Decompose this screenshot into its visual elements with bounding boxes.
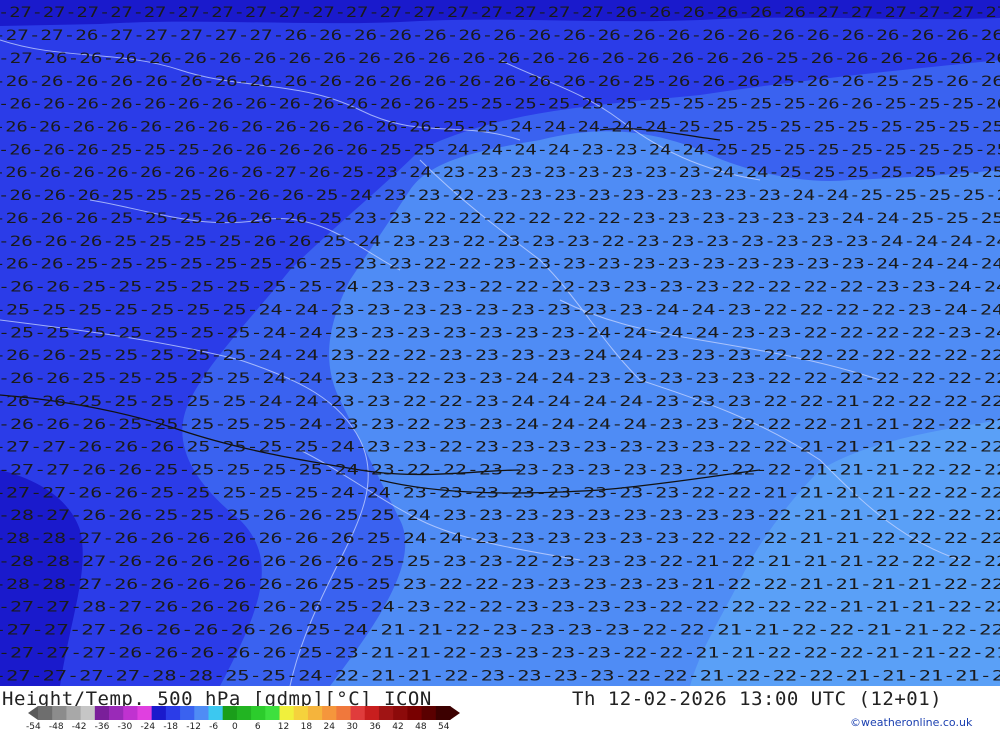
scale-tick-label: 54: [438, 722, 450, 732]
scale-tick-label: -6: [209, 722, 219, 732]
scale-swatch: [137, 706, 153, 720]
scale-tick-label: 6: [254, 722, 261, 732]
contour-label-row: -27-27-26-26-26-25-25-25-25-24-23-23-22-…: [0, 440, 1000, 456]
scale-swatch: [293, 706, 309, 720]
contour-label-row: -27-27-28-27-26-26-26-26-26-25-24-23-22-…: [0, 600, 1000, 616]
scale-swatch: [378, 706, 394, 720]
scale-swatch: [94, 706, 110, 720]
scale-swatch: [123, 706, 138, 720]
contour-label-row: -26-26-25-25-25-25-25-24-24-23-23-22-22-…: [0, 394, 1000, 410]
contour-label-row: -26-26-26-25-25-25-25-26-26-25-24-23-23-…: [0, 234, 1000, 250]
scale-swatch: [407, 706, 423, 720]
contour-label-row: -27-27-26-26-25-25-25-25-25-24-24-23-23-…: [0, 485, 1000, 501]
scale-tick-label: -54: [26, 722, 41, 732]
scale-swatch: [336, 706, 352, 720]
scale-tick-label: 18: [300, 722, 313, 732]
contour-label-row: -26-26-26-25-25-25-26-26-26-25-24-23-23-…: [0, 188, 1000, 204]
scale-swatch: [322, 706, 337, 720]
scale-tick-label: 42: [392, 722, 404, 732]
contour-label-row: -27-27-27-26-26-26-26-26-25-23-21-21-22-…: [0, 645, 1000, 661]
scale-tick-label: 12: [277, 722, 290, 732]
contour-label-row: -28-28-27-26-26-26-26-26-26-26-25-24-24-…: [0, 531, 1000, 547]
copyright-link[interactable]: ©weatheronline.co.uk: [850, 716, 972, 729]
contour-label-row: -27-27-26-26-25-25-25-25-25-24-23-22-22-…: [0, 462, 1000, 478]
scale-swatch: [208, 706, 224, 720]
scale-tick-label: -48: [48, 722, 64, 732]
scale-swatch: [265, 706, 281, 720]
contour-label-row: -26-26-26-26-26-26-26-26-26-26-26-26-26-…: [0, 119, 1000, 135]
contour-label-row: -28-28-27-26-26-26-26-26-26-26-25-25-23-…: [0, 554, 1000, 570]
weather-map: -27-27-27-27-27-27-27-27-27-27-27-27-27-…: [0, 0, 1000, 686]
scale-swatch: [364, 706, 380, 720]
scale-tick-label: -24: [140, 722, 156, 732]
scale-tick-label: -12: [186, 722, 201, 732]
contour-label-row: -26-26-26-25-25-25-25-25-24-23-23-22-23-…: [0, 417, 1000, 433]
scale-tick-label: -36: [94, 722, 110, 732]
scale-swatch: [279, 706, 295, 720]
scale-swatch: [66, 706, 82, 720]
scale-swatch: [165, 706, 181, 720]
scale-swatch: [307, 706, 323, 720]
scale-arrow-left: [28, 706, 38, 720]
contour-label-row: -26-26-25-25-25-25-25-24-24-23-22-22-23-…: [0, 348, 1000, 364]
contour-label-row: -27-27-26-27-27-27-27-27-26-26-26-26-26-…: [0, 28, 1000, 44]
contour-label-row: -25-25-25-25-25-25-25-24-24-23-23-23-23-…: [0, 302, 1000, 318]
contour-label-row: -26-26-25-25-25-25-25-25-26-25-23-23-22-…: [0, 257, 1000, 273]
scale-swatch: [180, 706, 195, 720]
scale-swatch: [350, 706, 366, 720]
scale-swatch: [38, 706, 53, 720]
contour-label-row: -26-26-26-26-26-26-26-26-27-26-25-23-24-…: [0, 165, 1000, 181]
contour-label-row: -26-26-26-26-26-26-26-26-26-26-26-26-26-…: [0, 97, 1000, 113]
contour-label-row: -27-27-27-27-28-28-25-25-24-22-21-21-22-…: [0, 668, 1000, 684]
scale-swatch: [52, 706, 67, 720]
scale-swatch: [421, 706, 437, 720]
contour-label-row: -27-26-26-26-26-26-26-26-26-26-26-26-26-…: [0, 51, 1000, 67]
color-scale-bar: [28, 706, 460, 720]
scale-swatch: [236, 706, 252, 720]
contour-label-row: -26-26-26-25-25-25-26-26-26-26-26-25-25-…: [0, 142, 1000, 158]
contour-label-row: -27-27-27-27-27-27-27-27-27-27-27-27-27-…: [0, 5, 1000, 21]
scale-swatch: [435, 706, 451, 720]
contour-label-row: -26-26-25-25-25-25-25-25-25-24-23-23-23-…: [0, 280, 1000, 296]
scale-swatch: [393, 706, 408, 720]
contour-label-row: -28-27-26-26-25-25-25-26-26-25-25-24-23-…: [0, 508, 1000, 524]
scale-swatch: [251, 706, 266, 720]
contour-label-row: -26-26-26-26-26-26-26-26-26-26-26-26-26-…: [0, 74, 1000, 90]
scale-swatch: [222, 706, 238, 720]
scale-swatch: [80, 706, 96, 720]
scale-swatch: [151, 706, 167, 720]
scale-tick-label: 0: [232, 722, 238, 732]
valid-datetime: Th 12-02-2026 13:00 UTC (12+01): [572, 688, 943, 710]
scale-tick-label: -18: [163, 722, 179, 732]
scale-swatch: [109, 706, 124, 720]
contour-label-row: -27-27-27-26-26-26-26-26-25-24-21-21-22-…: [0, 623, 1000, 639]
contour-label-row: -25-25-25-25-25-25-25-24-24-23-23-23-23-…: [0, 325, 1000, 341]
scale-arrow-right: [450, 706, 460, 720]
contour-label-row: -28-28-27-26-26-26-26-26-26-25-25-23-22-…: [0, 577, 1000, 593]
color-scale-ticks: -54 -48 -42 -36 -30 -24 -18 -12 -6 0 6 12 18 24 30 36 42…: [26, 722, 468, 733]
scale-tick-label: -42: [71, 722, 87, 732]
scale-tick-label: 48: [415, 722, 427, 732]
scale-tick-label: -30: [117, 722, 133, 732]
contour-label-row: -26-26-25-25-25-25-25-24-24-23-23-22-23-…: [0, 371, 1000, 387]
scale-tick-label: 24: [323, 722, 335, 732]
temperature-field: -27-27-27-27-27-27-27-27-27-27-27-27-27-…: [0, 0, 1000, 686]
contour-label-row: -26-26-26-25-25-25-26-26-26-25-23-23-22-…: [0, 211, 1000, 227]
scale-tick-label: 36: [369, 722, 381, 732]
scale-swatch: [194, 706, 209, 720]
scale-tick-label: 30: [346, 722, 358, 732]
